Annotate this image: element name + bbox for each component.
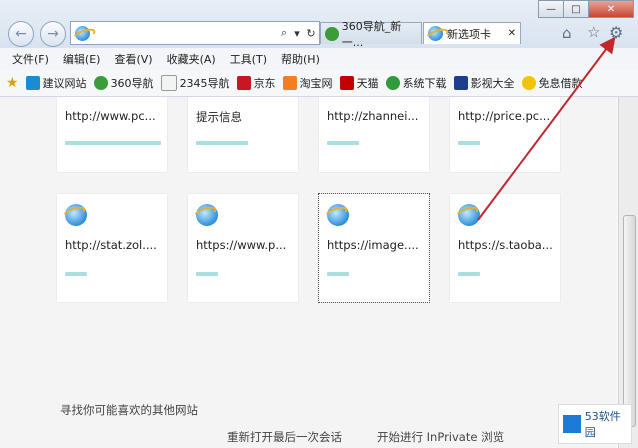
annotation-arrow	[477, 36, 616, 221]
